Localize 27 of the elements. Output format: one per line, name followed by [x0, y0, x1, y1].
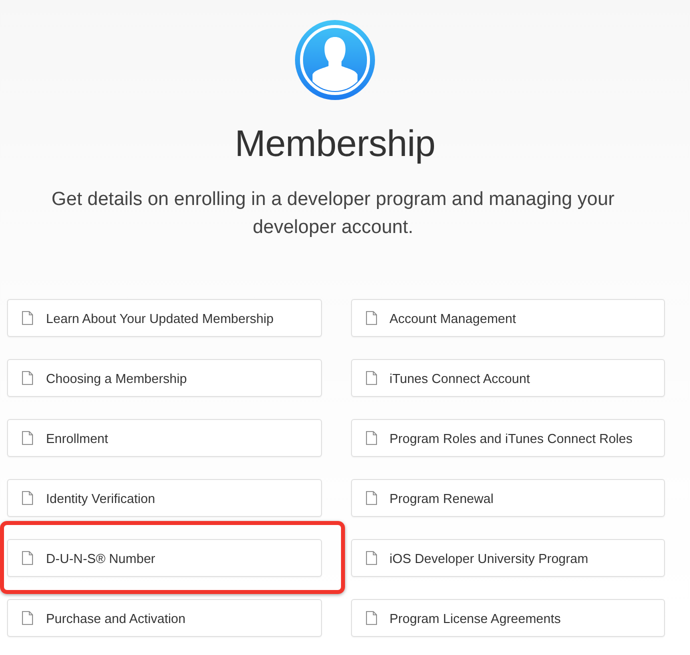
- user-silhouette-icon: [295, 20, 375, 100]
- document-icon: [22, 611, 33, 625]
- page-description: Get details on enrolling in a developer program and managing your developer account.: [50, 188, 616, 240]
- article-link[interactable]: Program Roles and iTunes Connect Roles: [350, 419, 665, 457]
- article-link[interactable]: D-U-N-S® Number: [7, 539, 322, 577]
- document-icon: [366, 491, 376, 505]
- document-icon: [366, 371, 376, 385]
- document-icon: [22, 491, 33, 505]
- article-link[interactable]: Identity Verification: [7, 479, 322, 517]
- document-icon: [22, 431, 33, 445]
- document-icon: [366, 611, 376, 625]
- article-link[interactable]: iTunes Connect Account: [350, 359, 665, 397]
- article-link[interactable]: Learn About Your Updated Membership: [7, 299, 322, 337]
- article-link[interactable]: Purchase and Activation: [7, 599, 322, 637]
- article-link[interactable]: Program Renewal: [350, 479, 665, 517]
- article-link[interactable]: Program License Agreements: [350, 599, 665, 637]
- document-icon: [22, 551, 33, 565]
- document-icon: [366, 551, 376, 565]
- page-title: Membership: [234, 122, 436, 166]
- document-icon: [366, 431, 376, 445]
- document-icon: [22, 311, 33, 325]
- article-link[interactable]: Choosing a Membership: [7, 359, 322, 397]
- article-link[interactable]: iOS Developer University Program: [350, 539, 665, 577]
- document-icon: [366, 311, 376, 325]
- article-link[interactable]: Enrollment: [7, 419, 322, 457]
- document-icon: [22, 371, 33, 385]
- article-link[interactable]: Account Management: [350, 299, 665, 337]
